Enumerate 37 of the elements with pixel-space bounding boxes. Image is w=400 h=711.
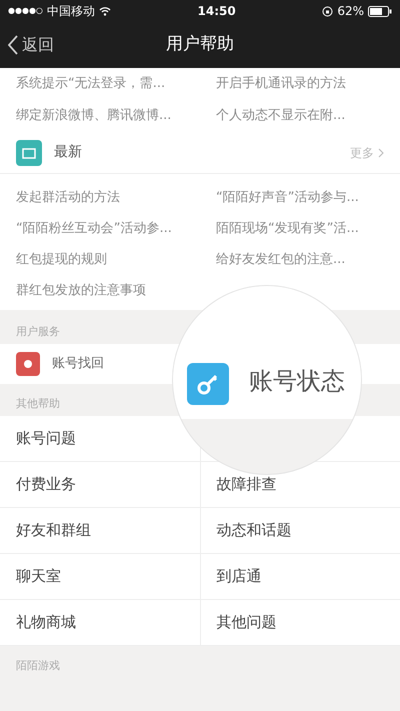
section-title: 最新 <box>54 143 83 162</box>
lock-rotation-icon <box>322 6 334 16</box>
account-status-link[interactable]: 账号状态 <box>249 363 345 399</box>
help-link[interactable]: 红包提现的规则 <box>16 250 107 270</box>
section-header: 用户服务 <box>16 324 60 340</box>
help-link[interactable]: 陌陌现场“发现有奖”活... <box>216 218 359 238</box>
carrier: 中国移动 <box>46 3 95 20</box>
battery-percent: 62% <box>337 3 364 20</box>
chevron-left-icon <box>8 35 18 55</box>
help-link[interactable]: 账号问题 <box>16 427 76 450</box>
help-link[interactable]: 个人动态不显示在附... <box>216 106 346 126</box>
help-link[interactable]: 发起群活动的方法 <box>16 188 120 208</box>
help-link[interactable]: “陌陌粉丝互动会”活动参... <box>16 218 172 238</box>
help-link[interactable]: 聊天室 <box>16 565 61 588</box>
help-link[interactable]: 故障排查 <box>216 473 276 496</box>
battery-icon <box>368 6 392 16</box>
help-link[interactable]: 到店通 <box>216 565 262 588</box>
help-link[interactable]: 开启手机通讯录的方法 <box>216 74 346 94</box>
help-link[interactable]: 动态和话题 <box>216 519 292 542</box>
help-link[interactable]: 群红包发放的注意事项 <box>16 280 146 300</box>
chevron-right-icon <box>378 148 384 158</box>
section-header: 陌陌游戏 <box>16 658 60 674</box>
signal-dots: ●●●●○ <box>8 5 43 17</box>
back-button[interactable]: 返回 <box>8 22 54 68</box>
help-link[interactable]: 给好友发红包的注意... <box>216 250 346 270</box>
section-header: 其他帮助 <box>16 396 60 412</box>
help-link[interactable]: 其他问题 <box>216 611 276 634</box>
help-link[interactable]: 绑定新浪微博、腾讯微博... <box>16 106 172 126</box>
help-link[interactable]: 系统提示“无法登录，需... <box>16 74 166 94</box>
help-link[interactable]: 好友和群组 <box>16 519 91 542</box>
page-title: 用户帮助 <box>166 33 234 56</box>
service-link[interactable]: 账号找回 <box>52 354 104 374</box>
clock: 14:50 <box>198 3 236 20</box>
wifi-icon <box>98 6 111 16</box>
help-link[interactable]: 礼物商城 <box>16 611 76 634</box>
help-link[interactable]: 付费业务 <box>16 473 76 496</box>
help-link[interactable]: “陌陌好声音”活动参与... <box>216 188 359 208</box>
